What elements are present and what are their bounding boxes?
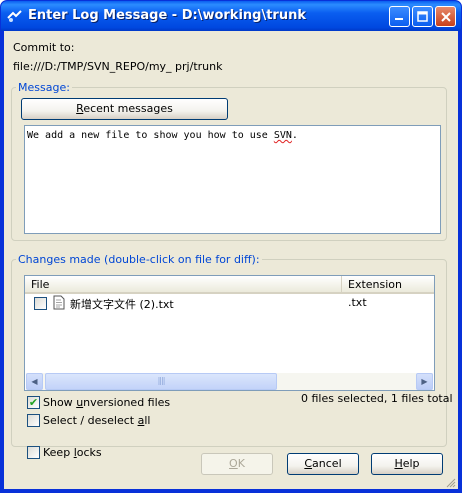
table-row[interactable]: 新增文字文件 (2).txt .txt [25, 294, 434, 312]
select-all-checkbox[interactable] [27, 414, 40, 427]
misspelled-word: SVN [273, 130, 292, 141]
files-status-text: 0 files selected, 1 files total [301, 392, 453, 405]
message-textarea[interactable]: We add a new file to show you how to use… [24, 125, 441, 234]
row-file-name: 新增文字文件 (2).txt [70, 298, 174, 311]
scroll-right-icon[interactable]: ▶ [416, 373, 433, 390]
select-all-label[interactable]: Select / deselect all [43, 414, 150, 427]
row-checkbox[interactable] [34, 297, 47, 310]
changes-group-legend: Changes made (double-click on file for d… [18, 253, 260, 266]
show-unversioned-checkbox[interactable]: ✔ [27, 396, 40, 409]
title-bar[interactable]: Enter Log Message - D:\working\trunk [1, 1, 461, 31]
message-group-legend: Message: [18, 81, 70, 94]
show-unversioned-label[interactable]: Show unversioned files [43, 396, 170, 409]
scroll-left-icon[interactable]: ◀ [26, 373, 43, 390]
column-header-file[interactable]: File [25, 276, 342, 294]
text-file-icon [53, 295, 65, 310]
resize-grip-icon[interactable] [445, 477, 456, 488]
ok-button[interactable]: OK [201, 453, 273, 475]
help-button[interactable]: Help [371, 453, 443, 475]
tortoise-svn-icon [7, 9, 23, 23]
horizontal-scrollbar[interactable]: ◀ |||| ▶ [26, 373, 433, 390]
log-message-window: Enter Log Message - D:\working\trunk Com… [0, 0, 462, 493]
row-extension: .txt [348, 296, 367, 309]
dialog-client-area: Commit to: file:///D:/TMP/SVN_REPO/my_ p… [4, 31, 458, 489]
changes-list[interactable]: File Extension 新增文字文件 (2).txt .txt ◀ |||… [24, 275, 435, 391]
close-icon[interactable] [435, 6, 456, 27]
recent-messages-button[interactable]: Recent messages [21, 98, 228, 120]
commit-to-label: Commit to: [13, 41, 75, 54]
maximize-icon[interactable] [412, 6, 433, 27]
minimize-icon[interactable] [389, 6, 410, 27]
keep-locks-label[interactable]: Keep locks [43, 446, 102, 459]
scrollbar-thumb[interactable]: |||| [45, 373, 277, 390]
cancel-button[interactable]: Cancel [287, 453, 359, 475]
commit-url: file:///D:/TMP/SVN_REPO/my_ prj/trunk [13, 60, 223, 73]
column-header-extension[interactable]: Extension [342, 276, 434, 294]
window-title: Enter Log Message - D:\working\trunk [28, 8, 307, 23]
keep-locks-checkbox[interactable] [27, 446, 40, 459]
